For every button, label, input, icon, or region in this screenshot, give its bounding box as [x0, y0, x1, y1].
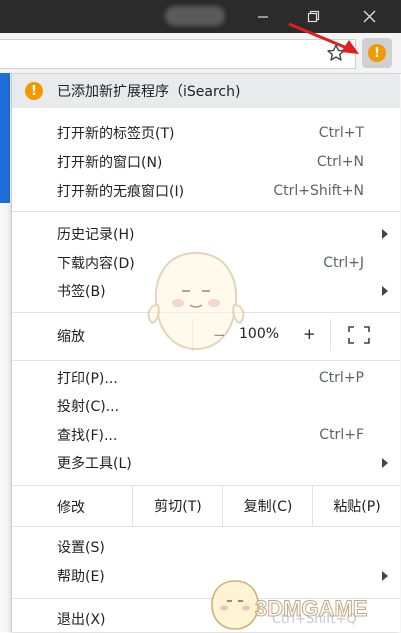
menu-divider	[12, 360, 400, 361]
submenu-arrow-icon	[382, 458, 388, 468]
menu-item-incognito-window[interactable]: 打开新的无痕窗口(I) Ctrl+Shift+N	[12, 177, 400, 205]
annotation-arrow	[288, 22, 359, 54]
blurred-title	[165, 6, 225, 26]
minimize-icon	[258, 15, 268, 18]
menu-item-shortcut: Ctrl+F	[319, 427, 364, 443]
menu-divider	[12, 526, 400, 527]
zoom-in-button[interactable]: +	[303, 325, 316, 343]
submenu-arrow-icon	[382, 286, 388, 296]
page-background	[0, 203, 10, 632]
menu-item-history[interactable]: 历史记录(H)	[12, 220, 400, 248]
menu-item-shortcut: Ctrl+T	[318, 125, 364, 141]
menu-item-label: 投射(C)...	[57, 399, 120, 415]
menu-item-shortcut: Ctrl+Shift+N	[273, 183, 364, 199]
submenu-arrow-icon	[382, 229, 388, 239]
menu-item-print[interactable]: 打印(P)... Ctrl+P	[12, 364, 400, 392]
menu-item-cast[interactable]: 投射(C)...	[12, 392, 400, 420]
minimize-button[interactable]	[240, 0, 286, 33]
copy-button[interactable]: 复制(C)	[222, 486, 313, 526]
menu-item-label: 打开新的标签页(T)	[57, 126, 175, 142]
menu-item-shortcut: Ctrl+N	[316, 154, 364, 170]
watermark-text: 3DMGAME	[254, 596, 368, 622]
menu-item-label: 打印(P)...	[57, 371, 118, 387]
menu-item-more-tools[interactable]: 更多工具(L)	[12, 449, 400, 477]
menu-item-label: 更多工具(L)	[57, 456, 132, 472]
edit-row: 修改 剪切(T) 复制(C) 粘贴(P)	[12, 486, 400, 526]
extension-menu-button[interactable]: !	[362, 38, 392, 68]
page-sidebar	[0, 73, 10, 203]
edit-label: 修改	[57, 500, 85, 516]
menu-item-label: 查找(F)...	[57, 428, 118, 444]
alert-icon: !	[25, 82, 43, 100]
paste-button[interactable]: 粘贴(P)	[312, 486, 401, 526]
watermark-mascot-image	[147, 251, 245, 351]
menu-item-label: 打开新的窗口(N)	[57, 155, 163, 171]
menu-item-label: 设置(S)	[57, 540, 105, 556]
cut-button[interactable]: 剪切(T)	[132, 486, 223, 526]
menu-item-label: 打开新的无痕窗口(I)	[57, 184, 185, 200]
menu-item-label: 帮助(E)	[57, 569, 105, 585]
extension-added-notice[interactable]: ! 已添加新扩展程序（iSearch)	[12, 74, 400, 108]
menu-item-find[interactable]: 查找(F)... Ctrl+F	[12, 421, 400, 449]
alert-icon: !	[368, 44, 386, 62]
menu-item-label: 退出(X)	[57, 612, 106, 628]
menu-item-label: 书签(B)	[57, 284, 106, 300]
menu-item-shortcut: Ctrl+P	[318, 370, 364, 386]
menu-item-new-tab[interactable]: 打开新的标签页(T) Ctrl+T	[12, 119, 400, 147]
menu-item-settings[interactable]: 设置(S)	[12, 533, 400, 561]
menu-item-label: 历史记录(H)	[57, 227, 135, 243]
menu-item-shortcut: Ctrl+J	[323, 255, 364, 271]
fullscreen-icon[interactable]	[348, 326, 370, 344]
notice-text: 已添加新扩展程序（iSearch)	[57, 84, 241, 100]
submenu-arrow-icon	[382, 571, 388, 581]
menu-item-label: 下载内容(D)	[57, 256, 135, 272]
zoom-label: 缩放	[57, 329, 85, 345]
menu-divider	[12, 211, 400, 212]
menu-item-new-window[interactable]: 打开新的窗口(N) Ctrl+N	[12, 148, 400, 176]
